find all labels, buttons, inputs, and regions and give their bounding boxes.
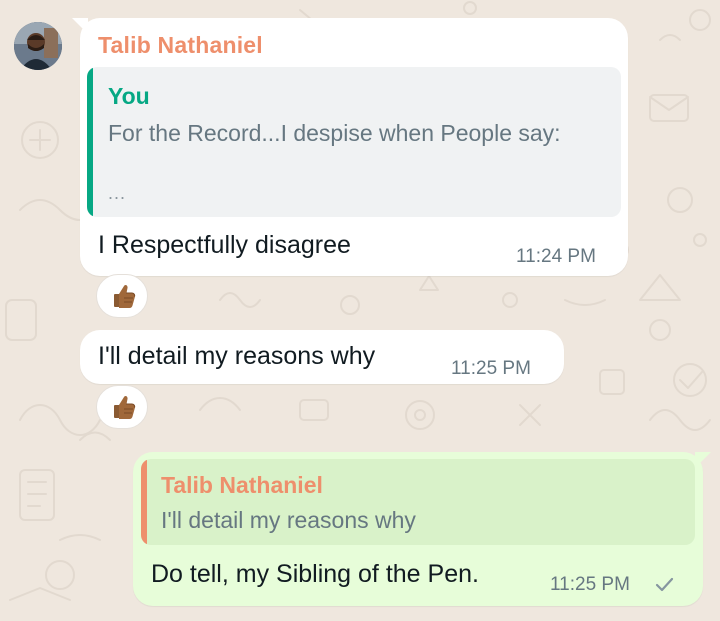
quote-accent-bar: [87, 67, 93, 217]
quoted-text: I'll detail my reasons why: [161, 507, 416, 533]
sender-name: Talib Nathaniel: [98, 32, 263, 58]
thumbs-up-emoji-icon: [114, 395, 136, 419]
single-check-icon: [655, 577, 674, 592]
message-time: 11:24 PM: [516, 246, 596, 267]
thumbs-up-emoji-icon: [114, 284, 136, 308]
message-time: 11:25 PM: [451, 358, 531, 379]
quoted-text: For the Record...I despise when People s…: [108, 120, 561, 146]
contact-avatar[interactable]: [14, 22, 62, 70]
quoted-message[interactable]: You For the Record...I despise when Peop…: [87, 67, 621, 217]
message-text: I'll detail my reasons why: [98, 342, 376, 370]
message-text: I Respectfully disagree: [98, 231, 351, 259]
reaction-badge[interactable]: [96, 385, 148, 429]
quote-accent-bar: [141, 459, 147, 545]
reaction-badge[interactable]: [96, 274, 148, 318]
incoming-message-bubble[interactable]: I'll detail my reasons why 11:25 PM: [80, 330, 564, 384]
message-time: 11:25 PM: [550, 574, 630, 595]
quoted-author: Talib Nathaniel: [161, 472, 323, 498]
quoted-ellipsis: ...: [108, 183, 127, 203]
message-text: Do tell, my Sibling of the Pen.: [151, 560, 479, 588]
contact-avatar-photo-icon: [14, 22, 62, 70]
quoted-message[interactable]: Talib Nathaniel I'll detail my reasons w…: [141, 459, 695, 545]
outgoing-message-bubble[interactable]: Talib Nathaniel I'll detail my reasons w…: [133, 452, 711, 606]
bubble-tail: [695, 452, 711, 468]
incoming-message-bubble[interactable]: Talib Nathaniel You For the Record...I d…: [72, 18, 628, 276]
quoted-author: You: [108, 83, 150, 109]
bubble-tail: [72, 18, 88, 34]
